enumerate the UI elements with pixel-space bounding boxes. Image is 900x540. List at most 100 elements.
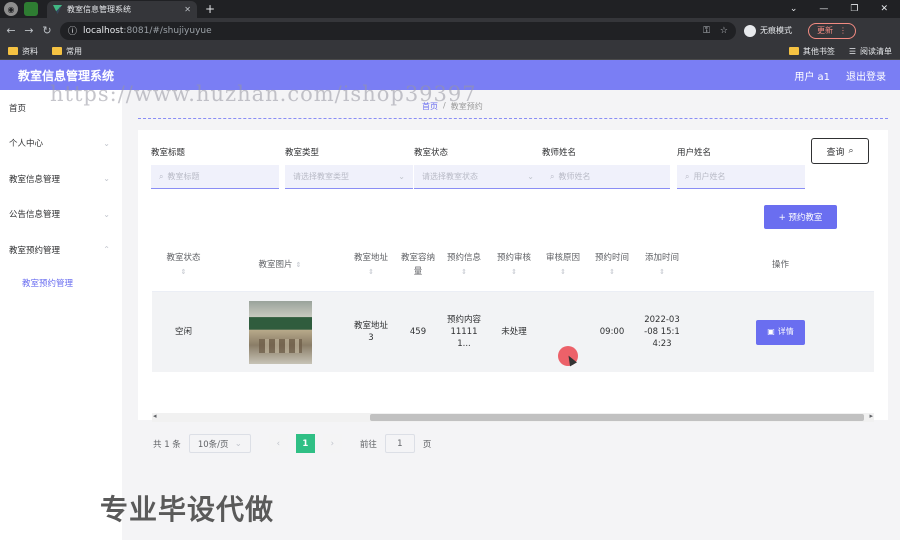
cell-image: [215, 292, 345, 372]
sidebar: 首页 个人中心 ⌄ 教室信息管理 ⌄ 公告信息管理 ⌄ 教室预约管理 ⌃ 教室预约管理: [0, 90, 122, 540]
user-label: 用户 a1: [794, 71, 830, 83]
browser-menu-icon[interactable]: ◉: [4, 2, 18, 16]
col-added[interactable]: 添加时间 ⇕: [637, 239, 687, 291]
sort-icon[interactable]: ⇕: [368, 265, 374, 279]
cell-capacity: 459: [409, 327, 427, 337]
pinned-tab-icon[interactable]: [24, 2, 38, 16]
maximize-icon[interactable]: ❐: [850, 4, 858, 14]
watermark-text: https://www.huzhan.com/ishop39397: [50, 82, 477, 106]
filter-user: 用户姓名 ⌕ 用户姓名: [677, 146, 805, 189]
user-search-input[interactable]: ⌕ 用户姓名: [677, 165, 805, 189]
incognito-icon: [744, 24, 756, 37]
address-bar-row: ← → ↻ ⓘ localhost:8081/#/shujiyuyue ⚿ ☆ …: [0, 18, 900, 43]
sidebar-item-profile[interactable]: 个人中心 ⌄: [0, 126, 122, 162]
pagination: 共 1 条 10条/页 ⌄ ‹ 1 › 前往 1 页: [153, 434, 431, 453]
table-header: 教室状态 ⇕ 教室图片 ⇕ 教室地址 ⇕ 教室容纳量 预约信息 ⇕ 预约审核 ⇕ 审核原因…: [152, 239, 874, 292]
new-tab-icon[interactable]: +: [205, 2, 215, 16]
close-window-icon[interactable]: ✕: [880, 4, 888, 14]
col-booking-info[interactable]: 预约信息 ⇕: [439, 239, 489, 291]
browser-tab-title: 教室信息管理系统: [67, 5, 131, 14]
chevron-down-icon: ⌄: [103, 209, 110, 219]
col-capacity[interactable]: 教室容纳量: [397, 239, 439, 291]
update-label: 更新: [817, 26, 833, 35]
chevron-down-icon: ⌄: [527, 172, 534, 181]
detail-button[interactable]: ▣ 详情: [756, 319, 805, 345]
app-title: 教室信息管理系统: [18, 68, 115, 83]
sidebar-item-classroom-info[interactable]: 教室信息管理 ⌄: [0, 161, 122, 197]
search-button[interactable]: 查询 ⌕: [811, 138, 869, 164]
chevron-down-icon[interactable]: ⌄: [790, 4, 798, 14]
close-icon[interactable]: ✕: [184, 5, 191, 14]
col-actions: 操作: [771, 260, 789, 270]
document-icon: ▣: [767, 327, 775, 336]
incognito-indicator[interactable]: 无痕模式: [744, 24, 792, 37]
chevron-down-icon: ⌄: [234, 438, 242, 449]
page-size-select[interactable]: 10条/页 ⌄: [188, 434, 251, 453]
sort-icon[interactable]: ⇕: [511, 265, 517, 279]
url-field[interactable]: ⓘ localhost:8081/#/shujiyuyue ⚿ ☆: [60, 21, 736, 40]
next-page-icon[interactable]: ›: [322, 434, 342, 453]
star-icon[interactable]: ☆: [720, 26, 728, 36]
reading-list[interactable]: ☰ 阅读清单: [849, 46, 892, 57]
horizontal-scrollbar[interactable]: ◂ ▸: [152, 412, 874, 422]
info-icon[interactable]: ⓘ: [68, 24, 77, 37]
status-select[interactable]: 请选择教室状态 ⌄: [414, 165, 542, 189]
classroom-photo[interactable]: [248, 300, 312, 364]
sidebar-item-notice[interactable]: 公告信息管理 ⌄: [0, 197, 122, 233]
goto-page-input[interactable]: 1: [384, 434, 415, 453]
sort-icon[interactable]: ⇕: [659, 265, 665, 279]
divider: [138, 118, 888, 119]
sidebar-item-booking[interactable]: 教室预约管理 ⌃: [0, 232, 122, 268]
bookmarks-bar: 资料 常用 其他书签 ☰ 阅读清单: [0, 43, 900, 60]
cell-review: 未处理: [501, 327, 527, 337]
minimize-icon[interactable]: —: [819, 4, 828, 14]
col-status[interactable]: 教室状态 ⇕: [152, 239, 215, 291]
other-bookmarks[interactable]: 其他书签: [788, 46, 835, 57]
scrollbar-thumb[interactable]: [370, 414, 864, 421]
overlay-caption: 专业毕设代做: [100, 493, 275, 526]
col-time[interactable]: 预约时间 ⇕: [587, 239, 637, 291]
sort-icon[interactable]: ⇕: [296, 258, 302, 272]
col-image[interactable]: 教室图片 ⇕: [215, 239, 345, 291]
booking-table: 教室状态 ⇕ 教室图片 ⇕ 教室地址 ⇕ 教室容纳量 预约信息 ⇕ 预约审核 ⇕ 审核原因…: [152, 239, 874, 372]
sort-icon[interactable]: ⇕: [181, 265, 187, 279]
search-icon: ⌕: [159, 171, 164, 181]
bookmark-folder-2[interactable]: 常用: [52, 46, 82, 57]
title-search-input[interactable]: ⌕ 教室标题: [151, 165, 279, 189]
incognito-label: 无痕模式: [760, 26, 792, 35]
page-number-current[interactable]: 1: [295, 434, 315, 453]
browser-tab[interactable]: 教室信息管理系统 ✕: [47, 1, 197, 18]
key-icon[interactable]: ⚿: [703, 26, 710, 36]
cell-time: 09:00: [599, 327, 625, 337]
col-reason[interactable]: 审核原因 ⇕: [539, 239, 587, 291]
reading-list-icon: ☰: [848, 46, 856, 56]
prev-page-icon[interactable]: ‹: [268, 434, 288, 453]
scroll-left-icon[interactable]: ◂: [153, 412, 157, 420]
forward-icon[interactable]: →: [24, 24, 34, 37]
sort-icon[interactable]: ⇕: [560, 265, 566, 279]
col-review[interactable]: 预约审核 ⇕: [489, 239, 539, 291]
bookmark-folder-1[interactable]: 资料: [8, 46, 38, 57]
filter-title: 教室标题 ⌕ 教室标题: [151, 146, 279, 189]
back-icon[interactable]: ←: [6, 24, 16, 37]
add-booking-button[interactable]: + 预约教室: [764, 205, 837, 229]
sort-icon[interactable]: ⇕: [461, 265, 467, 279]
logout-button[interactable]: 退出登录: [846, 68, 886, 83]
reload-icon[interactable]: ↻: [42, 24, 52, 37]
col-address[interactable]: 教室地址 ⇕: [345, 239, 397, 291]
sidebar-subitem-booking-manage[interactable]: 教室预约管理: [0, 268, 122, 298]
folder-icon: [52, 47, 62, 55]
chevron-down-icon: ⌄: [103, 174, 110, 184]
type-select[interactable]: 请选择教室类型 ⌄: [285, 165, 413, 189]
cell-address: 教室地址3: [353, 321, 388, 343]
teacher-search-input[interactable]: ⌕ 教师姓名: [542, 165, 670, 189]
page-suffix: 页: [422, 439, 432, 450]
vue-logo-icon: [53, 5, 62, 14]
cell-actions: ▣ 详情: [687, 292, 874, 372]
filter-teacher: 教师姓名 ⌕ 教师姓名: [542, 146, 670, 189]
update-button[interactable]: 更新 ⋮: [808, 22, 856, 39]
sort-icon[interactable]: ⇕: [609, 265, 615, 279]
table-row: 空闲 教室地址3 459 预约内容11111 1... 未处理 09:00 20…: [152, 292, 874, 372]
cell-booking-info: 预约内容11111 1...: [446, 315, 481, 349]
scroll-right-icon[interactable]: ▸: [869, 412, 873, 420]
